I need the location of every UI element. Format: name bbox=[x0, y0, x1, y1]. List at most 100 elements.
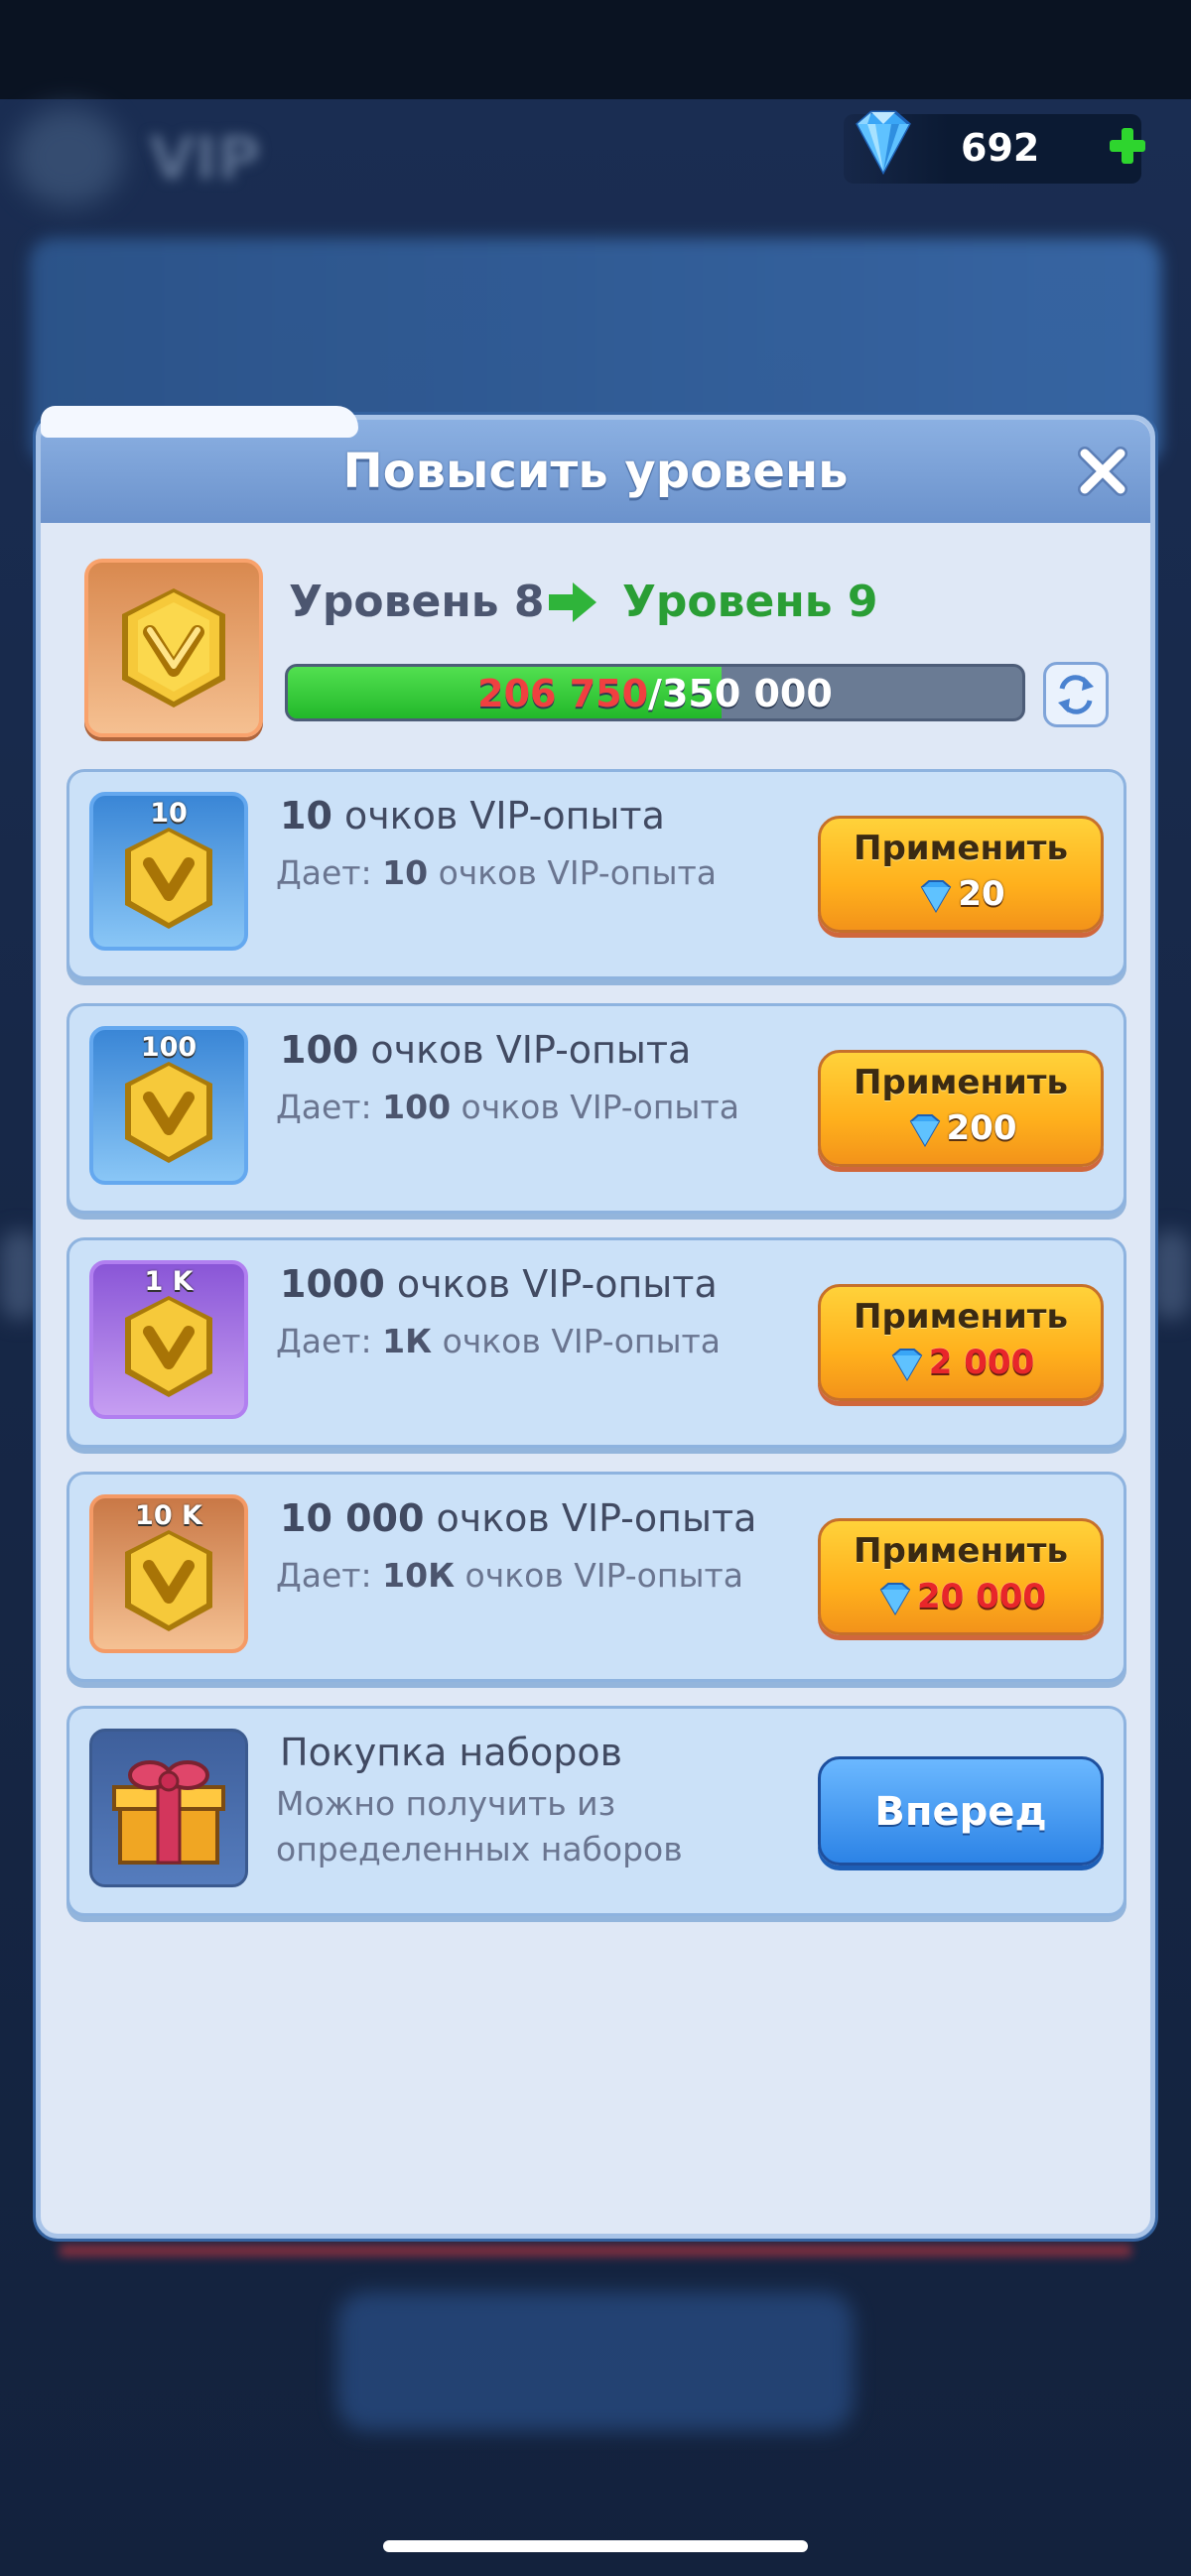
item-desc-num: 1К bbox=[382, 1322, 433, 1360]
status-bar-area bbox=[0, 0, 1191, 99]
apply-button-label: Применить bbox=[854, 1297, 1068, 1337]
vip-progress-bar: 206 750/350 000 bbox=[285, 664, 1025, 721]
gift-icon-box bbox=[89, 1729, 248, 1887]
bundle-purchase-row: Покупка наборов Можно получить из опреде… bbox=[66, 1706, 1126, 1916]
item-title-num: 10 bbox=[280, 794, 332, 837]
gem-icon bbox=[879, 1582, 911, 1615]
vip-exp-icon-box: 10 bbox=[89, 792, 248, 951]
apply-button[interactable]: Применить 200 bbox=[818, 1050, 1104, 1167]
item-desc-num: 10 bbox=[382, 853, 429, 892]
item-title-text: очков VIP-опыта bbox=[384, 1262, 718, 1306]
vip-exp-item-row: 1 K 1000 очков VIP-опыта Дает: 1К очков … bbox=[66, 1237, 1126, 1448]
back-button-blurred bbox=[14, 107, 123, 206]
home-indicator[interactable] bbox=[383, 2540, 808, 2552]
item-title-text: очков VIP-опыта bbox=[331, 794, 665, 837]
apply-cost: 20 bbox=[821, 874, 1101, 914]
arrow-right-icon bbox=[549, 582, 596, 622]
progress-max: 350 000 bbox=[661, 672, 833, 715]
progress-text: 206 750/350 000 bbox=[288, 672, 1022, 715]
close-icon[interactable] bbox=[1075, 444, 1130, 499]
add-gems-icon[interactable] bbox=[1106, 124, 1149, 168]
apply-button[interactable]: Применить 20 000 bbox=[818, 1518, 1104, 1635]
progress-current: 206 750 bbox=[477, 672, 649, 715]
item-title-text: очков VIP-опыта bbox=[358, 1028, 692, 1072]
gem-counter: 692 bbox=[844, 110, 1145, 184]
bundle-desc-line2: определенных наборов bbox=[276, 1830, 683, 1868]
bundle-title: Покупка наборов bbox=[280, 1731, 623, 1774]
item-description: Дает: 100 очков VIP-опыта bbox=[276, 1088, 739, 1126]
gem-icon bbox=[909, 1113, 940, 1147]
item-title-text: очков VIP-опыта bbox=[424, 1496, 757, 1540]
vip-level-badge bbox=[84, 559, 263, 737]
item-badge-label: 10 bbox=[150, 798, 188, 829]
vip-exp-item-row: 100 100 очков VIP-опыта Дает: 100 очков … bbox=[66, 1003, 1126, 1214]
apply-button[interactable]: Применить 20 bbox=[818, 816, 1104, 933]
vip-exp-item-row: 10 K 10 000 очков VIP-опыта Дает: 10К оч… bbox=[66, 1472, 1126, 1682]
item-description: Дает: 10 очков VIP-опыта bbox=[276, 853, 717, 892]
background-arrow-left bbox=[0, 1230, 40, 1320]
next-level-number: 9 bbox=[847, 577, 878, 627]
gem-icon bbox=[856, 110, 911, 176]
apply-cost-value: 2 000 bbox=[928, 1343, 1035, 1382]
apply-button[interactable]: Применить 2 000 bbox=[818, 1284, 1104, 1401]
background-progress-blurred bbox=[60, 2245, 1131, 2256]
apply-cost: 200 bbox=[821, 1108, 1101, 1148]
background-title-blurred: VIP bbox=[149, 124, 261, 193]
vip-exp-icon-box: 100 bbox=[89, 1026, 248, 1185]
snow-decoration bbox=[41, 406, 358, 438]
item-title-num: 100 bbox=[280, 1028, 359, 1072]
gem-amount: 692 bbox=[961, 126, 1040, 170]
item-badge-label: 100 bbox=[140, 1032, 198, 1063]
item-desc-num: 10К bbox=[382, 1556, 456, 1595]
vip-exp-item-row: 10 10 очков VIP-опыта Дает: 10 очков VIP… bbox=[66, 769, 1126, 979]
apply-button-label: Применить bbox=[854, 1063, 1068, 1102]
apply-button-label: Применить bbox=[854, 829, 1068, 868]
bundle-desc-line1: Можно получить из bbox=[276, 1784, 616, 1823]
item-title-num: 10 000 bbox=[280, 1496, 425, 1540]
level-prefix: Уровень bbox=[289, 577, 499, 627]
vip-exp-icon-box: 10 K bbox=[89, 1494, 248, 1653]
item-title: 100 очков VIP-опыта bbox=[280, 1028, 691, 1072]
item-desc-prefix: Дает: bbox=[276, 1088, 383, 1126]
item-desc-prefix: Дает: bbox=[276, 1322, 383, 1360]
item-desc-text: очков VIP-опыта bbox=[451, 1088, 739, 1126]
item-desc-prefix: Дает: bbox=[276, 853, 383, 892]
background-button-blurred bbox=[337, 2292, 854, 2431]
gem-icon bbox=[891, 1348, 923, 1381]
item-title-num: 1000 bbox=[280, 1262, 385, 1306]
next-level-prefix: Уровень bbox=[622, 577, 833, 627]
dialog-header: Повысить уровень bbox=[41, 406, 1150, 523]
apply-cost: 2 000 bbox=[821, 1343, 1101, 1382]
swap-icon bbox=[1058, 675, 1094, 714]
item-desc-text: очков VIP-опыта bbox=[455, 1556, 743, 1595]
progress-separator: / bbox=[648, 672, 662, 715]
item-description: Дает: 1К очков VIP-опыта bbox=[276, 1322, 721, 1360]
item-badge-label: 10 K bbox=[135, 1500, 202, 1531]
current-level-number: 8 bbox=[513, 577, 545, 627]
current-level-label: Уровень 8 bbox=[289, 577, 545, 627]
apply-cost-value: 200 bbox=[946, 1108, 1017, 1148]
apply-cost: 20 000 bbox=[821, 1577, 1101, 1616]
item-title: 1000 очков VIP-опыта bbox=[280, 1262, 718, 1306]
apply-button-label: Применить bbox=[854, 1531, 1068, 1571]
forward-button[interactable]: Вперед bbox=[818, 1756, 1104, 1866]
background-arrow-right bbox=[1151, 1230, 1191, 1320]
dialog-title: Повысить уровень bbox=[342, 444, 849, 499]
gift-box-icon bbox=[112, 1760, 225, 1865]
item-description: Дает: 10К очков VIP-опыта bbox=[276, 1556, 743, 1595]
item-desc-num: 100 bbox=[382, 1088, 452, 1126]
refresh-button[interactable] bbox=[1043, 662, 1109, 727]
level-up-dialog: Повысить уровень Уровень 8 Уровень 9 206… bbox=[36, 406, 1155, 2239]
item-desc-text: очков VIP-опыта bbox=[432, 1322, 721, 1360]
item-title: 10 000 очков VIP-опыта bbox=[280, 1496, 756, 1540]
apply-cost-value: 20 bbox=[958, 874, 1005, 914]
vip-exp-icon-box: 1 K bbox=[89, 1260, 248, 1419]
vip-hexagon-icon bbox=[122, 588, 225, 708]
item-desc-prefix: Дает: bbox=[276, 1556, 383, 1595]
gem-icon bbox=[921, 879, 952, 913]
forward-button-label: Вперед bbox=[874, 1789, 1047, 1835]
item-title: 10 очков VIP-опыта bbox=[280, 794, 665, 837]
item-desc-text: очков VIP-опыта bbox=[428, 853, 717, 892]
item-badge-label: 1 K bbox=[144, 1266, 194, 1297]
next-level-label: Уровень 9 bbox=[622, 577, 878, 627]
